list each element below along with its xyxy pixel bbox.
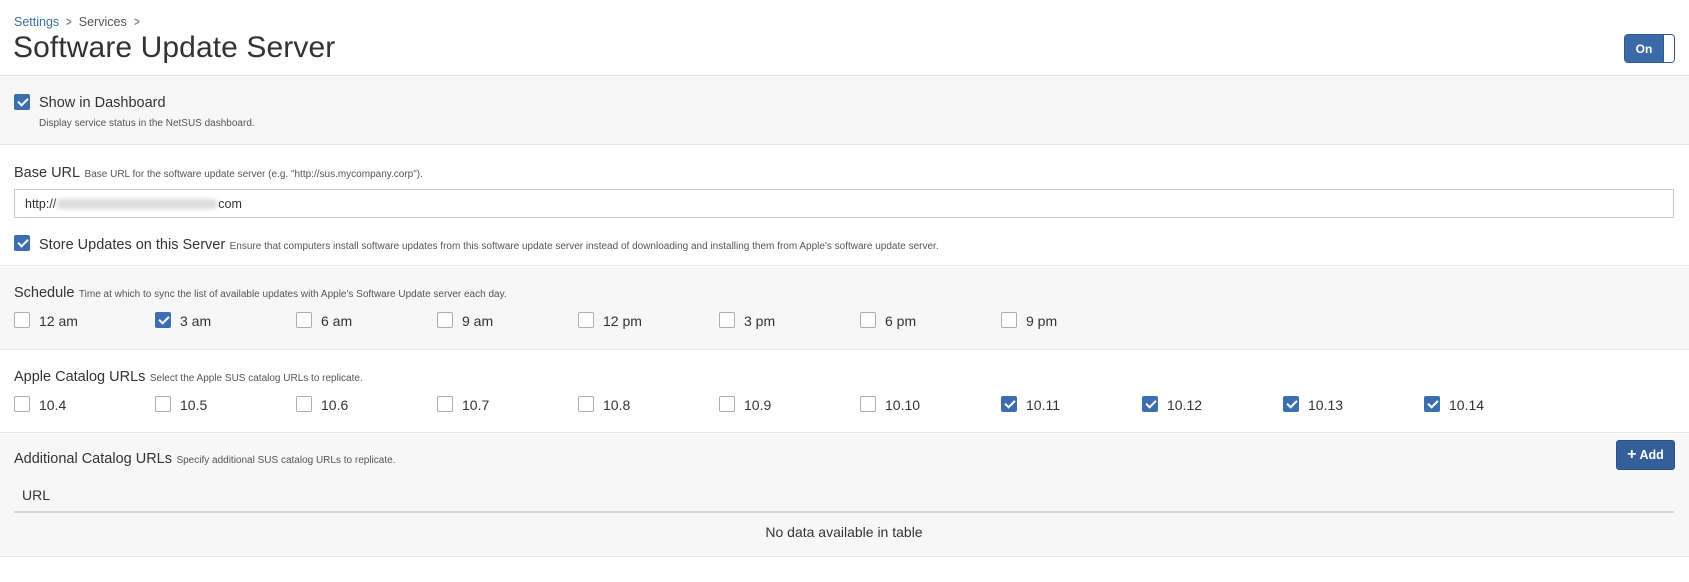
schedule-checkbox[interactable] [1001,312,1017,328]
schedule-checkbox[interactable] [155,312,171,328]
catalog-checkbox[interactable] [155,396,171,412]
base-url-heading: Base URL Base URL for the software updat… [14,164,423,182]
catalog-option-label: 10.10 [885,397,921,413]
schedule-checkbox[interactable] [14,312,30,328]
chevron-right-icon: > [133,14,140,29]
catalog-checkbox[interactable] [860,396,876,412]
schedule-checkbox[interactable] [437,312,453,328]
additional-help: Specify additional SUS catalog URLs to r… [176,455,396,466]
catalog-help: Select the Apple SUS catalog URLs to rep… [149,373,363,384]
schedule-heading: Schedule Time at which to sync the list … [14,284,507,302]
show-in-dashboard-checkbox[interactable] [14,94,30,110]
catalog-option-label: 10.9 [744,397,772,413]
catalog-checkbox[interactable] [1424,396,1440,412]
catalog-option-label: 10.5 [180,397,208,413]
toggle-on-label: On [1625,35,1663,62]
catalog-checkbox[interactable] [437,396,453,412]
catalog-option-label: 10.4 [39,397,67,413]
catalog-checkbox[interactable] [719,396,735,412]
store-updates-label: Store Updates on this Server [39,237,226,253]
schedule-option-label: 12 am [39,313,78,329]
redacted-hostname [57,198,218,209]
plus-icon: + [1627,446,1637,463]
page-title: Software Update Server [13,31,336,64]
catalog-checkbox[interactable] [296,396,312,412]
catalog-heading: Apple Catalog URLs Select the Apple SUS … [14,368,363,386]
catalog-section: Apple Catalog URLs Select the Apple SUS … [0,351,1689,433]
schedule-section: Schedule Time at which to sync the list … [0,267,1689,350]
catalog-checkbox[interactable] [1001,396,1017,412]
catalog-checkbox[interactable] [1142,396,1158,412]
show-in-dashboard-label: Show in Dashboard [39,95,166,111]
show-in-dashboard-help: Display service status in the NetSUS das… [39,118,255,129]
schedule-option-label: 9 pm [1026,313,1058,329]
base-url-label: Base URL [14,165,81,181]
store-updates-heading: Store Updates on this Server Ensure that… [39,236,939,254]
base-url-input[interactable]: http:// com [14,189,1674,218]
store-updates-help: Ensure that computers install software u… [229,241,939,252]
catalog-option-label: 10.12 [1167,397,1203,413]
add-button-label: Add [1639,448,1664,462]
schedule-option-label: 12 pm [603,313,642,329]
schedule-checkbox[interactable] [719,312,735,328]
base-url-value-suffix: com [218,196,242,211]
catalog-option-label: 10.11 [1026,397,1060,413]
schedule-help: Time at which to sync the list of availa… [78,289,507,300]
breadcrumb-services: Services [78,14,127,29]
base-url-value-prefix: http:// [25,196,57,211]
schedule-checkbox[interactable] [296,312,312,328]
breadcrumb: Settings > Services > [14,14,146,29]
catalog-checkbox[interactable] [14,396,30,412]
toggle-handle [1663,35,1674,62]
schedule-option-label: 6 am [321,313,353,329]
column-header-url[interactable]: URL [22,487,50,503]
breadcrumb-settings-link[interactable]: Settings [14,15,59,29]
schedule-checkbox[interactable] [578,312,594,328]
add-catalog-button[interactable]: + Add [1616,440,1675,470]
catalog-label: Apple Catalog URLs [14,369,146,385]
catalog-checkbox[interactable] [578,396,594,412]
catalog-option-label: 10.14 [1449,397,1485,413]
catalog-option-label: 10.13 [1308,397,1344,413]
catalog-option-label: 10.8 [603,397,631,413]
schedule-option-label: 6 pm [885,313,917,329]
store-updates-checkbox[interactable] [14,235,30,251]
page-header: Settings > Services > Software Update Se… [0,0,1689,76]
schedule-checkbox[interactable] [860,312,876,328]
additional-label: Additional Catalog URLs [14,451,172,467]
catalog-checkbox[interactable] [1283,396,1299,412]
schedule-label: Schedule [14,285,75,301]
catalog-option-label: 10.7 [462,397,490,413]
catalog-option-label: 10.6 [321,397,349,413]
table-empty-row: No data available in table [765,524,923,540]
service-toggle[interactable]: On [1624,34,1675,63]
table-header: URL [14,482,1674,513]
additional-heading: Additional Catalog URLs Specify addition… [14,450,395,468]
chevron-right-icon: > [66,14,72,29]
schedule-option-label: 3 am [180,313,212,329]
schedule-option-label: 3 pm [744,313,776,329]
schedule-option-label: 9 am [462,313,494,329]
base-url-help: Base URL for the software update server … [84,169,423,180]
dashboard-section: Show in Dashboard Display service status… [0,77,1689,145]
